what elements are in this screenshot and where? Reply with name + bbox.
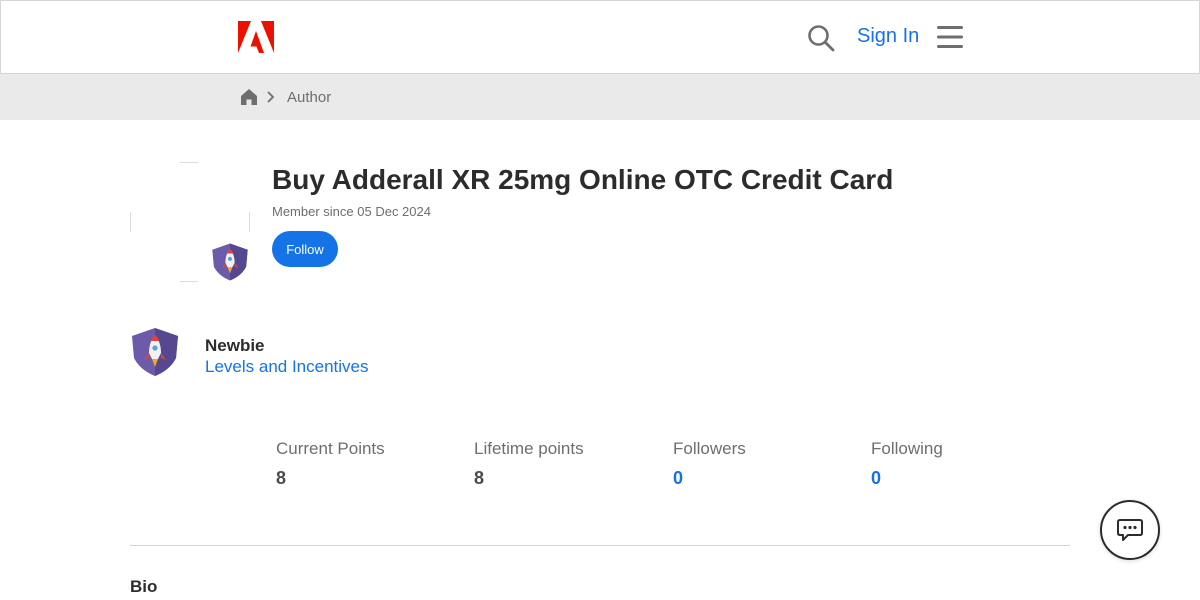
stat-value: 8	[474, 468, 485, 488]
stat-label: Followers	[673, 439, 746, 458]
page-title: Buy Adderall XR 25mg Online OTC Credit C…	[272, 164, 894, 195]
bio-heading: Bio	[130, 577, 158, 596]
rocket-shield-badge-icon	[212, 243, 248, 281]
member-since-text: Member since 05 Dec 2024	[272, 204, 431, 219]
home-icon[interactable]	[240, 88, 258, 106]
site-header: Sign In	[0, 0, 1200, 74]
follow-button[interactable]: Follow	[272, 231, 338, 267]
search-icon[interactable]	[807, 24, 835, 52]
chat-bubble-icon	[1117, 519, 1143, 541]
stat-label: Lifetime points	[474, 439, 584, 458]
avatar	[130, 162, 250, 282]
divider	[130, 545, 1070, 546]
stat-label: Following	[871, 439, 943, 458]
levels-and-incentives-link[interactable]: Levels and Incentives	[205, 357, 369, 377]
stat-value: 8	[276, 468, 287, 488]
stat-label: Current Points	[276, 439, 385, 458]
stat-following: Following 0	[871, 439, 1051, 489]
sign-in-link[interactable]: Sign In	[857, 25, 919, 48]
chevron-right-icon	[267, 91, 275, 103]
adobe-logo[interactable]	[238, 21, 274, 53]
rocket-shield-badge-icon	[132, 328, 178, 376]
stat-followers: Followers 0	[673, 439, 853, 489]
hamburger-menu-icon[interactable]	[937, 25, 963, 49]
stat-lifetime-points: Lifetime points 8	[474, 439, 654, 489]
breadcrumb-current: Author	[287, 89, 332, 106]
following-count-link[interactable]: 0	[871, 468, 1051, 489]
followers-count-link[interactable]: 0	[673, 468, 853, 489]
breadcrumb: Author	[0, 74, 1200, 120]
rank-name: Newbie	[205, 336, 265, 355]
stat-current-points: Current Points 8	[276, 439, 456, 489]
chat-button[interactable]	[1100, 500, 1160, 560]
